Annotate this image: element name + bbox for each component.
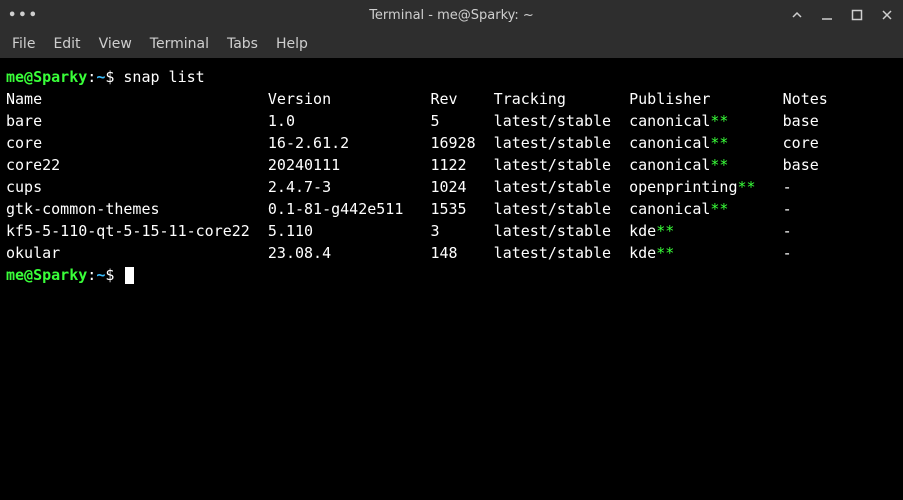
app-menu-icon[interactable]: ••• [8, 8, 39, 23]
verified-mark: ** [710, 112, 728, 130]
table-header: Name Version Rev Tracking Publisher Note… [6, 88, 897, 110]
table-row: kf5-5-110-qt-5-15-11-core22 5.110 3 late… [6, 220, 897, 242]
table-row: okular 23.08.4 148 latest/stable kde** - [6, 242, 897, 264]
verified-mark: ** [656, 222, 674, 240]
prompt-path: ~ [96, 68, 105, 86]
prompt-user: me@Sparky [6, 266, 87, 284]
table-row: core 16-2.61.2 16928 latest/stable canon… [6, 132, 897, 154]
close-button[interactable] [879, 7, 895, 23]
table-row: bare 1.0 5 latest/stable canonical** bas… [6, 110, 897, 132]
window-title: Terminal - me@Sparky: ~ [128, 8, 775, 23]
menu-terminal[interactable]: Terminal [150, 36, 209, 52]
prompt-path: ~ [96, 266, 105, 284]
minimize-button[interactable] [819, 7, 835, 23]
verified-mark: ** [738, 178, 756, 196]
prompt-sep: : [87, 266, 96, 284]
verified-mark: ** [656, 244, 674, 262]
verified-mark: ** [710, 200, 728, 218]
table-row: cups 2.4.7-3 1024 latest/stable openprin… [6, 176, 897, 198]
prompt-user: me@Sparky [6, 68, 87, 86]
command-text: snap list [123, 68, 204, 86]
menu-edit[interactable]: Edit [53, 36, 80, 52]
menubar: File Edit View Terminal Tabs Help [0, 30, 903, 58]
titlebar: ••• Terminal - me@Sparky: ~ [0, 0, 903, 30]
prompt-dollar: $ [105, 68, 123, 86]
table-row: gtk-common-themes 0.1-81-g442e511 1535 l… [6, 198, 897, 220]
caret-up-icon[interactable] [789, 7, 805, 23]
menu-help[interactable]: Help [276, 36, 308, 52]
verified-mark: ** [710, 156, 728, 174]
prompt-line: me@Sparky:~$ snap list [6, 66, 897, 88]
menu-tabs[interactable]: Tabs [227, 36, 258, 52]
prompt-dollar: $ [105, 266, 123, 284]
maximize-button[interactable] [849, 7, 865, 23]
table-row: core22 20240111 1122 latest/stable canon… [6, 154, 897, 176]
prompt-sep: : [87, 68, 96, 86]
prompt-line: me@Sparky:~$ [6, 264, 897, 286]
terminal-output[interactable]: me@Sparky:~$ snap listName Version Rev T… [0, 58, 903, 500]
verified-mark: ** [710, 134, 728, 152]
menu-view[interactable]: View [99, 36, 132, 52]
menu-file[interactable]: File [12, 36, 35, 52]
cursor [125, 267, 134, 284]
